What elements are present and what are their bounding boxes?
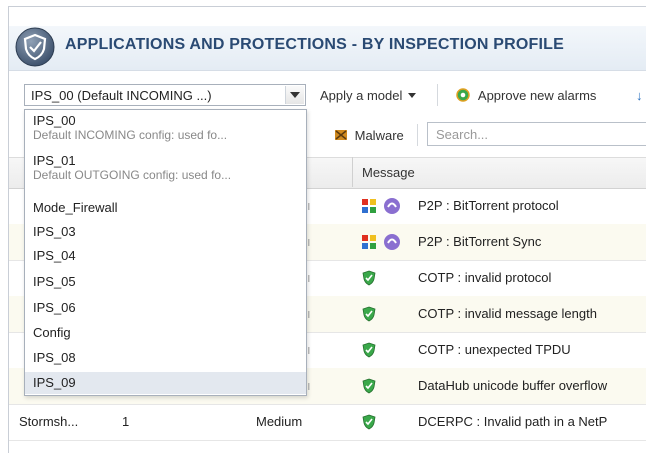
dropdown-option[interactable]: IPS_04: [25, 249, 306, 263]
protection-shield-icon: [362, 414, 376, 430]
row-message: DCERPC : Invalid path in a NetP: [418, 414, 608, 429]
protection-shield-icon: [362, 378, 376, 394]
row-message: COTP : unexpected TPDU: [418, 342, 571, 357]
protection-shield-icon: [362, 270, 376, 286]
dropdown-option[interactable]: IPS_05: [25, 275, 306, 289]
dropdown-option[interactable]: IPS_06: [25, 301, 306, 315]
approve-alarms-button[interactable]: Approve new alarms: [456, 88, 596, 103]
option-description: Default OUTGOING config: used fo...: [33, 168, 232, 182]
dropdown-option[interactable]: Config: [25, 326, 306, 340]
option-name: IPS_06: [33, 300, 76, 315]
option-name: Config: [33, 325, 71, 340]
option-name: IPS_05: [33, 274, 76, 289]
dropdown-option[interactable]: IPS_08: [25, 351, 306, 365]
row-marker: ı: [307, 234, 311, 249]
approve-alarms-label: Approve new alarms: [477, 88, 597, 103]
malware-icon: [335, 130, 347, 140]
row-message: P2P : BitTorrent Sync: [418, 234, 542, 249]
application-icon: [362, 235, 376, 249]
toolbar-divider: [437, 84, 438, 106]
row-marker: ı: [307, 378, 311, 393]
bittorrent-icon: [384, 198, 400, 214]
chevron-down-icon[interactable]: [285, 86, 304, 104]
row-message: COTP : invalid message length: [418, 306, 597, 321]
table-row[interactable]: Stormsh... 1 Medium DCERPC : Invalid pat…: [9, 404, 646, 441]
row-message: COTP : invalid protocol: [418, 270, 552, 285]
approve-gear-icon: [456, 88, 470, 102]
row-marker: ı: [307, 342, 311, 357]
caret-down-icon: [408, 93, 417, 98]
option-name: IPS_09: [33, 375, 76, 390]
row-message: DataHub unicode buffer overflow: [418, 378, 608, 393]
shield-logo-icon: [15, 27, 55, 67]
option-name: IPS_04: [33, 248, 76, 263]
option-description: Default INCOMING config: used fo...: [33, 128, 228, 142]
apply-model-button[interactable]: Apply a model: [320, 88, 417, 103]
column-divider[interactable]: [352, 157, 353, 187]
option-name: IPS_08: [33, 350, 76, 365]
dropdown-option[interactable]: IPS_00 Default INCOMING config: used fo.…: [25, 113, 306, 143]
malware-label: Malware: [354, 128, 404, 143]
option-name: IPS_00: [33, 113, 76, 128]
profile-select[interactable]: IPS_00 (Default INCOMING ...): [24, 84, 306, 106]
protection-shield-icon: [362, 342, 376, 358]
profile-select-value: IPS_00 (Default INCOMING ...): [31, 88, 212, 103]
row-level: Medium: [256, 414, 303, 429]
row-marker: ı: [307, 198, 311, 213]
row-marker: ı: [307, 306, 311, 321]
protection-shield-icon: [362, 306, 376, 322]
row-marker: ı: [307, 270, 311, 285]
option-name: Mode_Firewall: [33, 200, 118, 215]
row-count: 1: [122, 414, 130, 429]
dropdown-option-highlighted[interactable]: IPS_09: [25, 372, 306, 394]
profile-dropdown-list[interactable]: IPS_00 Default INCOMING config: used fo.…: [24, 109, 307, 396]
search-input[interactable]: Search...: [427, 122, 646, 146]
option-name: IPS_03: [33, 224, 76, 239]
malware-filter-button[interactable]: Malware: [334, 128, 404, 143]
search-placeholder: Search...: [436, 127, 489, 142]
row-context: Stormsh...: [19, 414, 79, 429]
more-toolbar-icon[interactable]: ↓: [636, 88, 643, 103]
dropdown-option[interactable]: Mode_Firewall: [25, 201, 306, 215]
filter-divider: [417, 124, 418, 146]
option-name: IPS_01: [33, 153, 76, 168]
bittorrent-icon: [384, 234, 400, 250]
apply-model-label: Apply a model: [320, 88, 403, 103]
row-message: P2P : BitTorrent protocol: [418, 198, 559, 213]
message-column-header[interactable]: Message: [362, 165, 415, 180]
application-icon: [362, 199, 376, 213]
dropdown-option[interactable]: IPS_01 Default OUTGOING config: used fo.…: [25, 153, 306, 183]
dropdown-option[interactable]: IPS_03: [25, 225, 306, 239]
page-title: APPLICATIONS AND PROTECTIONS - BY INSPEC…: [65, 36, 565, 53]
